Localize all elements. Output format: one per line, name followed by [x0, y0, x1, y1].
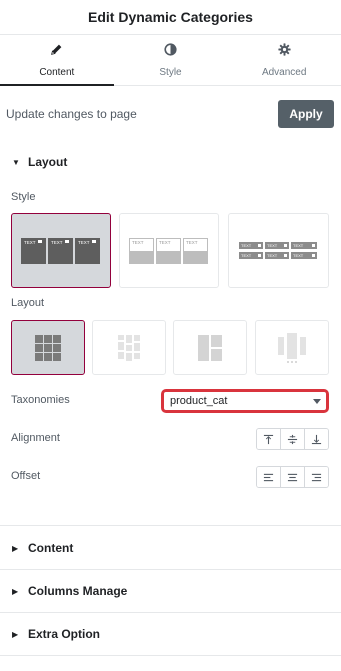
taxonomies-label: Taxonomies [11, 394, 70, 406]
style-option-3[interactable]: TEXT TEXT TEXT TEXT TEXT TEXT [228, 213, 329, 288]
tab-bar: Content Style Advanced [0, 34, 341, 86]
layout-option-masonry[interactable] [92, 320, 166, 375]
caret-right-icon: ▶ [12, 543, 19, 553]
thumb3-text-4: TEXT [241, 253, 252, 258]
tab-content-label: Content [39, 66, 75, 78]
apply-button[interactable]: Apply [278, 100, 334, 128]
section-divider [0, 612, 341, 613]
offset-button-group [256, 466, 329, 488]
align-middle-icon [287, 434, 298, 444]
text-align-right-icon [311, 473, 322, 481]
tab-content[interactable]: Content [0, 35, 114, 86]
style-thumb-light-boxes: TEXT TEXT TEXT [129, 237, 208, 264]
style-option-2[interactable]: TEXT TEXT TEXT [119, 213, 219, 288]
thumb2-text-2: TEXT [159, 240, 171, 245]
thumb1-text-1: TEXT [24, 240, 36, 245]
offset-right-button[interactable] [305, 467, 328, 487]
section-divider [0, 525, 341, 526]
alignment-button-group [256, 428, 329, 450]
section-columns-toggle[interactable]: ▶ Columns Manage [12, 584, 127, 598]
style-thumb-list: TEXT TEXT TEXT TEXT TEXT TEXT [238, 241, 317, 259]
style-label: Style [11, 191, 36, 203]
caret-right-icon: ▶ [12, 586, 19, 596]
chevron-down-icon [313, 399, 321, 404]
thumb2-text-1: TEXT [132, 240, 144, 245]
thumb3-text-6: TEXT [293, 253, 304, 258]
offset-left-button[interactable] [257, 467, 281, 487]
panel-title: Edit Dynamic Categories [88, 9, 253, 25]
carousel-layout-icon [278, 332, 306, 363]
thumb1-text-2: TEXT [51, 240, 63, 245]
caret-down-icon: ▼ [12, 157, 20, 167]
section-columns-title: Columns Manage [28, 584, 128, 598]
align-bottom-button[interactable] [305, 429, 328, 449]
section-layout-toggle[interactable]: ▼ Layout [12, 155, 67, 169]
align-top-icon [263, 434, 274, 444]
layout-label: Layout [11, 297, 45, 309]
section-extra-title: Extra Option [28, 627, 101, 641]
thumb3-text-2: TEXT [267, 243, 278, 248]
thumb3-text-1: TEXT [241, 243, 252, 248]
section-extra-toggle[interactable]: ▶ Extra Option [12, 627, 100, 641]
align-top-button[interactable] [257, 429, 281, 449]
align-middle-button[interactable] [281, 429, 305, 449]
tab-style-label: Style [159, 66, 182, 78]
caret-right-icon: ▶ [12, 629, 19, 639]
text-align-center-icon [287, 473, 298, 481]
tab-style[interactable]: Style [114, 35, 228, 85]
layout-option-grid[interactable] [11, 320, 85, 375]
featured-layout-icon [198, 334, 222, 361]
style-option-1[interactable]: TEXT TEXT TEXT [11, 213, 111, 288]
layout-option-featured[interactable] [173, 320, 247, 375]
grid-layout-icon [35, 334, 61, 361]
update-row: Update changes to page Apply [6, 100, 334, 128]
thumb3-text-3: TEXT [293, 243, 304, 248]
thumb1-text-3: TEXT [78, 240, 90, 245]
offset-label: Offset [11, 470, 41, 482]
layout-option-carousel[interactable] [255, 320, 329, 375]
align-bottom-icon [311, 434, 322, 444]
masonry-layout-icon [118, 334, 140, 361]
offset-center-button[interactable] [281, 467, 305, 487]
half-circle-icon [164, 42, 177, 61]
pencil-icon [50, 43, 63, 61]
thumb2-text-3: TEXT [186, 240, 198, 245]
text-align-left-icon [263, 473, 274, 481]
tab-advanced-label: Advanced [261, 66, 307, 78]
update-text: Update changes to page [6, 107, 137, 121]
thumb3-text-5: TEXT [267, 253, 278, 258]
section-divider [0, 569, 341, 570]
section-content-toggle[interactable]: ▶ Content [12, 541, 73, 555]
section-divider [0, 655, 341, 656]
taxonomies-select[interactable]: product_cat [161, 389, 329, 413]
alignment-label: Alignment [11, 432, 60, 444]
panel-header: Edit Dynamic Categories [0, 0, 341, 34]
tab-advanced[interactable]: Advanced [227, 35, 341, 85]
taxonomies-select-value: product_cat [170, 395, 228, 407]
section-content-title: Content [28, 541, 74, 555]
gear-icon [278, 42, 291, 61]
section-layout-title: Layout [28, 155, 68, 169]
style-thumb-dark-boxes: TEXT TEXT TEXT [21, 237, 100, 264]
